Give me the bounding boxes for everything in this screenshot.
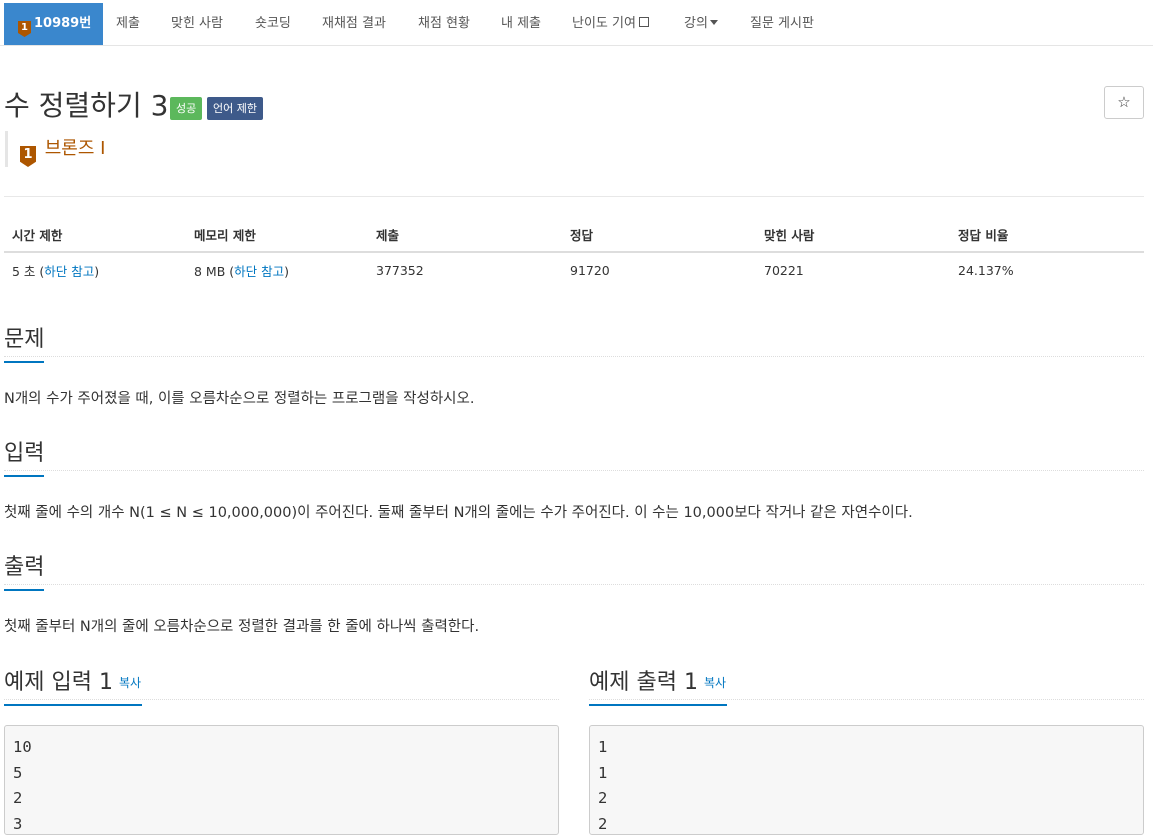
memory-limit-value: 8 MB (	[194, 264, 235, 279]
heading-underline	[4, 475, 44, 477]
table-header-row: 시간 제한 메모리 제한 제출 정답 맞힌 사람 정답 비율	[4, 218, 1144, 253]
solvers-cell: 70221	[764, 263, 804, 278]
sample-output-line: 1	[598, 738, 608, 756]
nav-submit[interactable]: 제출	[116, 3, 140, 45]
problem-section-heading: 문제	[4, 321, 45, 363]
copy-sample-input-button[interactable]: 복사	[119, 676, 141, 690]
sample-output-line: 2	[598, 815, 608, 834]
header-accepted: 정답	[562, 218, 756, 253]
top-navigation: 1 10989번 제출 맞힌 사람 숏코딩 재채점 결과 채점 현황 내 제출 난…	[0, 0, 1153, 46]
sample-input-box[interactable]: 10 5 2 3	[4, 725, 559, 835]
nav-problem-number[interactable]: 1 10989번	[4, 3, 104, 45]
problem-tier: 1 브론즈 I	[5, 131, 105, 167]
output-section-title: 출력	[4, 555, 45, 580]
problem-title: 수 정렬하기 3	[4, 89, 169, 122]
nav-difficulty-label: 난이도 기여	[572, 16, 636, 31]
section-divider	[4, 699, 559, 700]
nav-solvers[interactable]: 맞힌 사람	[171, 3, 223, 45]
table-row: 5 초 (하단 참고) 8 MB (하단 참고) 377352 91720 70…	[4, 252, 1144, 288]
nav-difficulty-contribution[interactable]: 난이도 기여	[572, 3, 649, 45]
nav-lectures-dropdown[interactable]: 강의	[684, 3, 718, 45]
star-icon: ☆	[1117, 93, 1131, 111]
caret-down-icon	[709, 20, 718, 25]
divider	[4, 196, 1144, 197]
header-submissions: 제출	[368, 218, 562, 253]
problem-section-title: 문제	[4, 327, 45, 352]
sample-input-line: 2	[13, 789, 23, 808]
success-label: 성공	[170, 97, 203, 120]
time-limit-value: 5 초 (	[12, 264, 45, 279]
sample-input-line: 3	[13, 815, 23, 834]
bronze-tier-icon: 1	[20, 146, 36, 167]
sample-input-title: 예제 입력 1	[4, 670, 113, 695]
heading-underline	[4, 361, 44, 363]
output-description: 첫째 줄부터 N개의 줄에 오름차순으로 정렬한 결과를 한 줄에 하나씩 출력…	[4, 619, 480, 635]
input-section-title: 입력	[4, 441, 45, 466]
tier-name: 브론즈 I	[44, 138, 106, 159]
sample-output-line: 2	[598, 789, 608, 808]
language-restriction-label[interactable]: 언어 제한	[207, 97, 263, 120]
sample-output-box[interactable]: 1 1 2 2	[589, 725, 1144, 835]
heading-underline	[4, 704, 142, 706]
header-memory-limit: 메모리 제한	[186, 218, 368, 253]
output-section-heading: 출력	[4, 549, 45, 591]
nav-rejudge-results[interactable]: 재채점 결과	[322, 3, 386, 45]
memory-limit-note-link[interactable]: 하단 참고	[234, 264, 284, 279]
nav-judge-status[interactable]: 채점 현황	[418, 3, 470, 45]
memory-limit-close: )	[284, 264, 290, 279]
nav-question-board[interactable]: 질문 게시판	[750, 3, 814, 45]
accepted-cell: 91720	[570, 263, 610, 278]
heading-underline	[4, 589, 44, 591]
input-section-heading: 입력	[4, 435, 45, 477]
copy-sample-output-button[interactable]: 복사	[704, 676, 726, 690]
sample-output-heading: 예제 출력 1 복사	[589, 664, 727, 706]
section-divider	[589, 699, 1144, 700]
input-description: 첫째 줄에 수의 개수 N(1 ≤ N ≤ 10,000,000)이 주어진다.…	[4, 505, 913, 521]
section-divider	[4, 584, 1144, 585]
nav-problem-number-label: 10989번	[34, 16, 92, 31]
section-divider	[4, 470, 1144, 471]
nav-lectures-label: 강의	[684, 16, 708, 31]
ratio-cell: 24.137%	[958, 263, 1014, 278]
problem-description: N개의 수가 주어졌을 때, 이를 오름차순으로 정렬하는 프로그램을 작성하시…	[4, 391, 475, 407]
memory-limit-cell: 8 MB (하단 참고)	[186, 252, 368, 288]
sample-output-title: 예제 출력 1	[589, 670, 698, 695]
section-divider	[4, 356, 1144, 357]
sample-input-heading: 예제 입력 1 복사	[4, 664, 142, 706]
time-limit-close: )	[94, 264, 100, 279]
header-time-limit: 시간 제한	[4, 218, 186, 253]
star-button[interactable]: ☆	[1104, 86, 1144, 119]
time-limit-cell: 5 초 (하단 참고)	[4, 252, 186, 288]
nav-my-submissions[interactable]: 내 제출	[501, 3, 541, 45]
header-solvers: 맞힌 사람	[756, 218, 950, 253]
header-ratio: 정답 비율	[950, 218, 1144, 253]
problem-info-table: 시간 제한 메모리 제한 제출 정답 맞힌 사람 정답 비율 5 초 (하단 참…	[4, 218, 1144, 288]
external-link-icon	[638, 17, 649, 27]
nav-short-coding[interactable]: 숏코딩	[255, 3, 291, 45]
submissions-cell: 377352	[376, 263, 424, 278]
sample-input-line: 10	[13, 738, 32, 756]
sample-input-line: 5	[13, 763, 23, 782]
time-limit-note-link[interactable]: 하단 참고	[44, 264, 94, 279]
heading-underline	[589, 704, 727, 706]
bronze-tier-icon: 1	[18, 21, 31, 37]
sample-output-line: 1	[598, 763, 608, 782]
